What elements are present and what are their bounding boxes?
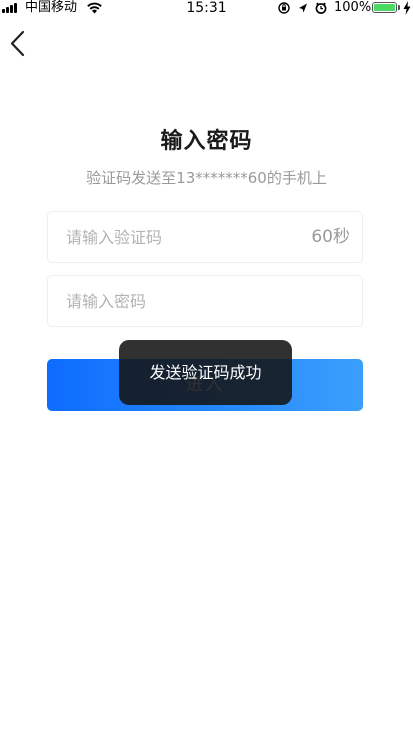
charging-icon	[403, 1, 411, 15]
battery-fill	[374, 4, 395, 11]
page-title: 输入密码	[160, 129, 253, 154]
verification-code-field: 60秒	[47, 211, 363, 263]
screen-lock-icon	[278, 2, 290, 14]
chevron-left-icon	[10, 30, 25, 57]
battery-cap	[398, 5, 400, 10]
location-icon	[299, 3, 307, 13]
back-button[interactable]	[6, 28, 34, 58]
alarm-icon	[315, 2, 327, 14]
password-field	[47, 275, 363, 327]
battery-percent: 100%	[334, 0, 372, 15]
verification-code-input[interactable]	[66, 212, 286, 262]
page-subtitle: 验证码发送至13*******60的手机上	[86, 169, 327, 187]
resend-countdown: 60秒	[311, 227, 350, 247]
toast-message: 发送验证码成功	[119, 340, 292, 405]
battery-icon	[372, 2, 397, 13]
status-icons-group	[278, 2, 327, 14]
password-input[interactable]	[66, 276, 344, 326]
status-bar: 中国移动 15:31 100%	[0, 0, 413, 16]
